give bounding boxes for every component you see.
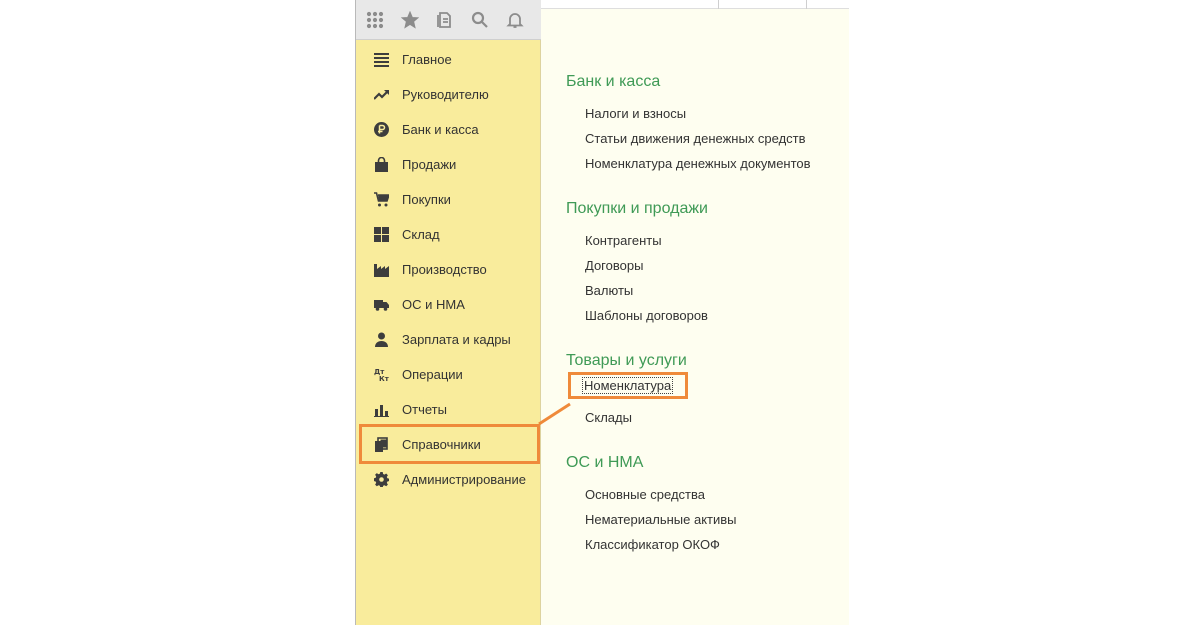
link-nomenclature[interactable]: Номенклатура — [567, 372, 689, 399]
tab-divider — [718, 0, 719, 9]
sidebar-item-production[interactable]: Производство — [356, 252, 541, 287]
sidebar-item-label: Операции — [402, 367, 463, 382]
top-toolbar — [356, 0, 541, 40]
sidebar-item-payroll[interactable]: Зарплата и кадры — [356, 322, 541, 357]
sidebar-item-purchases[interactable]: Покупки — [356, 182, 541, 217]
link-cash-flow-items[interactable]: Статьи движения денежных средств — [585, 131, 806, 146]
truck-icon — [372, 296, 390, 314]
link-currencies[interactable]: Валюты — [585, 283, 633, 298]
menu-lines-icon — [372, 51, 390, 69]
group-title-goods: Товары и услуги — [566, 352, 687, 369]
group-title-bank: Банк и касса — [566, 73, 661, 90]
link-okof-classifier[interactable]: Классификатор ОКОФ — [585, 537, 720, 552]
sidebar-item-sales[interactable]: Продажи — [356, 147, 541, 182]
shopping-bag-icon — [372, 156, 390, 174]
apps-grid-icon[interactable] — [366, 10, 384, 30]
sidebar-item-fixed-assets[interactable]: ОС и НМА — [356, 287, 541, 322]
ruble-icon — [372, 121, 390, 139]
sections-sidebar: Главное Руководителю Банк и касса Продаж… — [356, 40, 541, 625]
bar-chart-icon — [372, 401, 390, 419]
debit-credit-icon: Дт Кт — [372, 366, 390, 384]
tab-divider — [806, 0, 807, 9]
sidebar-item-directories[interactable]: Справочники — [359, 424, 540, 464]
factory-icon — [372, 261, 390, 279]
books-icon — [372, 435, 390, 453]
search-icon[interactable] — [471, 10, 489, 30]
sidebar-item-label: Зарплата и кадры — [402, 332, 511, 347]
sidebar-item-label: Справочники — [402, 436, 481, 452]
history-icon[interactable] — [436, 10, 454, 30]
link-money-documents[interactable]: Номенклатура денежных документов — [585, 156, 811, 171]
open-tabs-strip — [541, 0, 849, 9]
sidebar-item-label: Администрирование — [402, 472, 526, 487]
trend-chart-icon — [372, 86, 390, 104]
person-icon — [372, 331, 390, 349]
sidebar-item-administration[interactable]: Администрирование — [356, 462, 541, 497]
link-contracts[interactable]: Договоры — [585, 258, 643, 273]
link-nomenclature-label: Номенклатура — [582, 377, 674, 394]
sidebar-item-label: Производство — [402, 262, 487, 277]
link-contract-templates[interactable]: Шаблоны договоров — [585, 308, 708, 323]
sidebar-item-label: Продажи — [402, 157, 457, 172]
link-warehouses[interactable]: Склады — [585, 410, 632, 425]
group-title-fixed-assets: ОС и НМА — [566, 454, 644, 471]
sidebar-item-label: Главное — [402, 52, 452, 67]
sidebar-item-label: Склад — [402, 227, 440, 242]
cart-icon — [372, 191, 390, 209]
sidebar-item-label: Отчеты — [402, 402, 447, 417]
link-taxes[interactable]: Налоги и взносы — [585, 106, 686, 121]
sidebar-item-bank[interactable]: Банк и касса — [356, 112, 541, 147]
warehouse-grid-icon — [372, 226, 390, 244]
link-counterparties[interactable]: Контрагенты — [585, 233, 662, 248]
sidebar-item-operations[interactable]: Дт Кт Операции — [356, 357, 541, 392]
link-intangible-assets[interactable]: Нематериальные активы — [585, 512, 737, 527]
app-window: Главное Руководителю Банк и касса Продаж… — [355, 0, 849, 625]
link-fixed-assets[interactable]: Основные средства — [585, 487, 705, 502]
sidebar-item-warehouse[interactable]: Склад — [356, 217, 541, 252]
sidebar-item-label: Банк и касса — [402, 122, 479, 137]
svg-text:Кт: Кт — [379, 375, 389, 382]
section-content-panel: Банк и касса Налоги и взносы Статьи движ… — [541, 9, 849, 625]
notifications-bell-icon[interactable] — [506, 10, 524, 30]
sidebar-item-manager[interactable]: Руководителю — [356, 77, 541, 112]
sidebar-item-label: Руководителю — [402, 87, 489, 102]
sidebar-item-main[interactable]: Главное — [356, 42, 541, 77]
sidebar-item-label: Покупки — [402, 192, 451, 207]
sidebar-item-label: ОС и НМА — [402, 297, 465, 312]
sidebar-item-reports[interactable]: Отчеты — [356, 392, 541, 427]
gear-icon — [372, 471, 390, 489]
group-title-purchases-sales: Покупки и продажи — [566, 200, 708, 217]
favorites-star-icon[interactable] — [401, 10, 419, 30]
